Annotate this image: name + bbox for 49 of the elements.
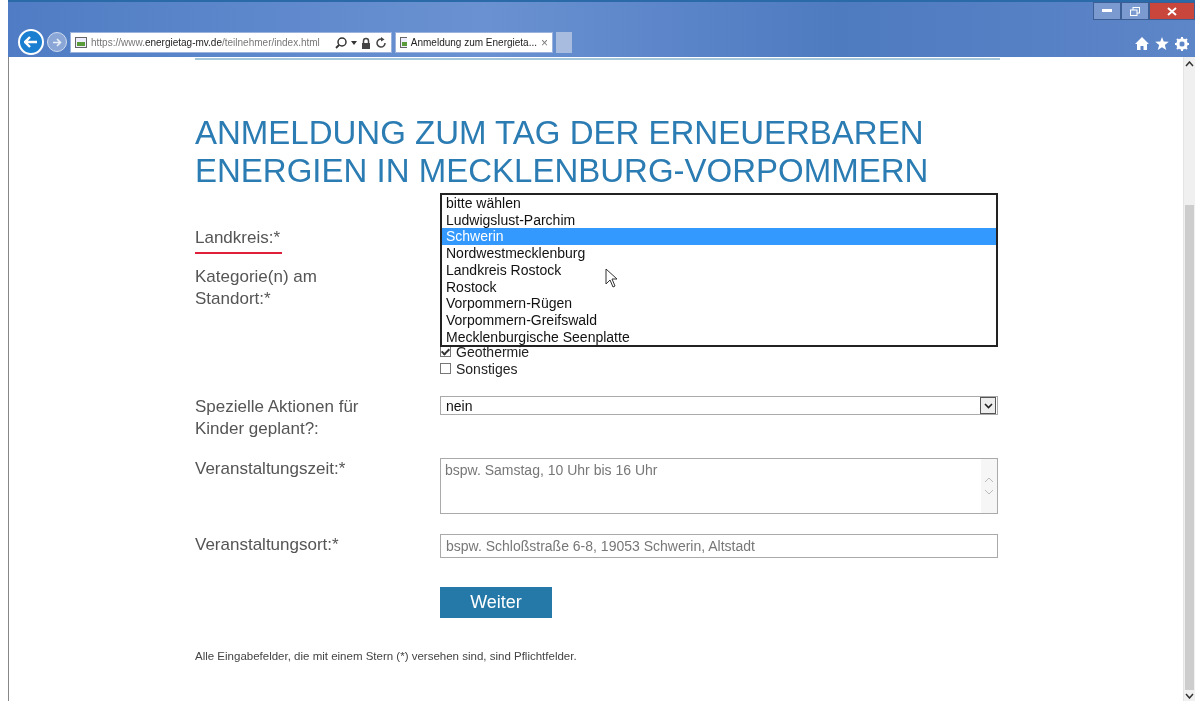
minimize-button[interactable] (1093, 2, 1121, 20)
checkbox[interactable] (440, 363, 451, 374)
arrow-right-icon (52, 37, 62, 47)
page-icon (75, 37, 87, 48)
field-label: Veranstaltungsort:* (195, 534, 340, 556)
caret-icon[interactable] (351, 40, 357, 45)
refresh-icon[interactable] (375, 36, 387, 49)
browser-tab[interactable]: Anmeldung zum Energieta... × (395, 32, 553, 53)
field-label: Spezielle Aktionen für Kinder geplant?: (195, 396, 360, 440)
dropdown-option[interactable]: bitte wählen (442, 195, 996, 212)
lock-icon (361, 36, 371, 49)
restore-icon (1130, 6, 1140, 16)
arrow-left-icon (24, 36, 38, 48)
search-icon[interactable] (335, 36, 347, 49)
home-icon[interactable] (1135, 37, 1149, 50)
chevron-down-icon (983, 402, 993, 409)
field-label: Veranstaltungszeit:* (195, 458, 347, 480)
url-text: https://www.energietag-mv.de/teilnehmer/index.html (91, 37, 321, 48)
minimize-icon (1102, 9, 1112, 13)
close-button[interactable] (1149, 2, 1195, 20)
close-icon (1167, 6, 1177, 16)
checkbox-label: Sonstiges (456, 360, 518, 377)
dropdown-option[interactable]: Vorpommern-Greifswald (442, 311, 996, 329)
scrollbar-thumb[interactable] (1185, 205, 1194, 690)
dropdown-option[interactable]: Ludwigslust-Parchim (442, 211, 996, 229)
dropdown-option[interactable]: Rostock (442, 278, 996, 296)
checkbox[interactable] (440, 346, 451, 357)
dropdown-option[interactable]: Landkreis Rostock (442, 261, 996, 279)
submit-button[interactable]: Weiter (440, 587, 552, 618)
page-title: ANMELDUNG ZUM TAG DER ERNEUERBAREN ENERGIEN IN MECKLENBURG-VORPOMMERN (195, 114, 930, 190)
scroll-up-icon[interactable] (1185, 61, 1194, 67)
restore-button[interactable] (1121, 2, 1149, 20)
star-icon[interactable] (1155, 37, 1169, 50)
dropdown-option[interactable]: Mecklenburgische Seenplatte (442, 328, 996, 346)
back-button[interactable] (18, 29, 44, 55)
dropdown-option[interactable]: Nordwestmecklenburg (442, 245, 996, 262)
mouse-pointer-icon (605, 268, 619, 288)
page-icon (400, 37, 407, 48)
dropdown-option[interactable]: Vorpommern-Rügen (442, 295, 996, 312)
text-field[interactable]: bspw. Schloßstraße 6-8, 19053 Schwerin, Altstadt (440, 534, 998, 558)
field-label: Landkreis:* (195, 228, 283, 254)
address-bar[interactable]: https://www.energietag-mv.de/teilnehmer/index.html (70, 32, 392, 53)
forward-button[interactable] (47, 32, 67, 52)
field-label: Kategorie(n) am Standort:* (195, 266, 318, 310)
required-note: Alle Eingabefelder, die mit einem Stern (*) versehen sind, sind Pflichtfelder. (195, 650, 578, 662)
scroll-down-icon[interactable] (1185, 693, 1194, 699)
close-tab-button[interactable]: × (541, 35, 548, 50)
select-field[interactable]: nein (440, 396, 998, 415)
settings-icon[interactable] (1175, 37, 1189, 51)
